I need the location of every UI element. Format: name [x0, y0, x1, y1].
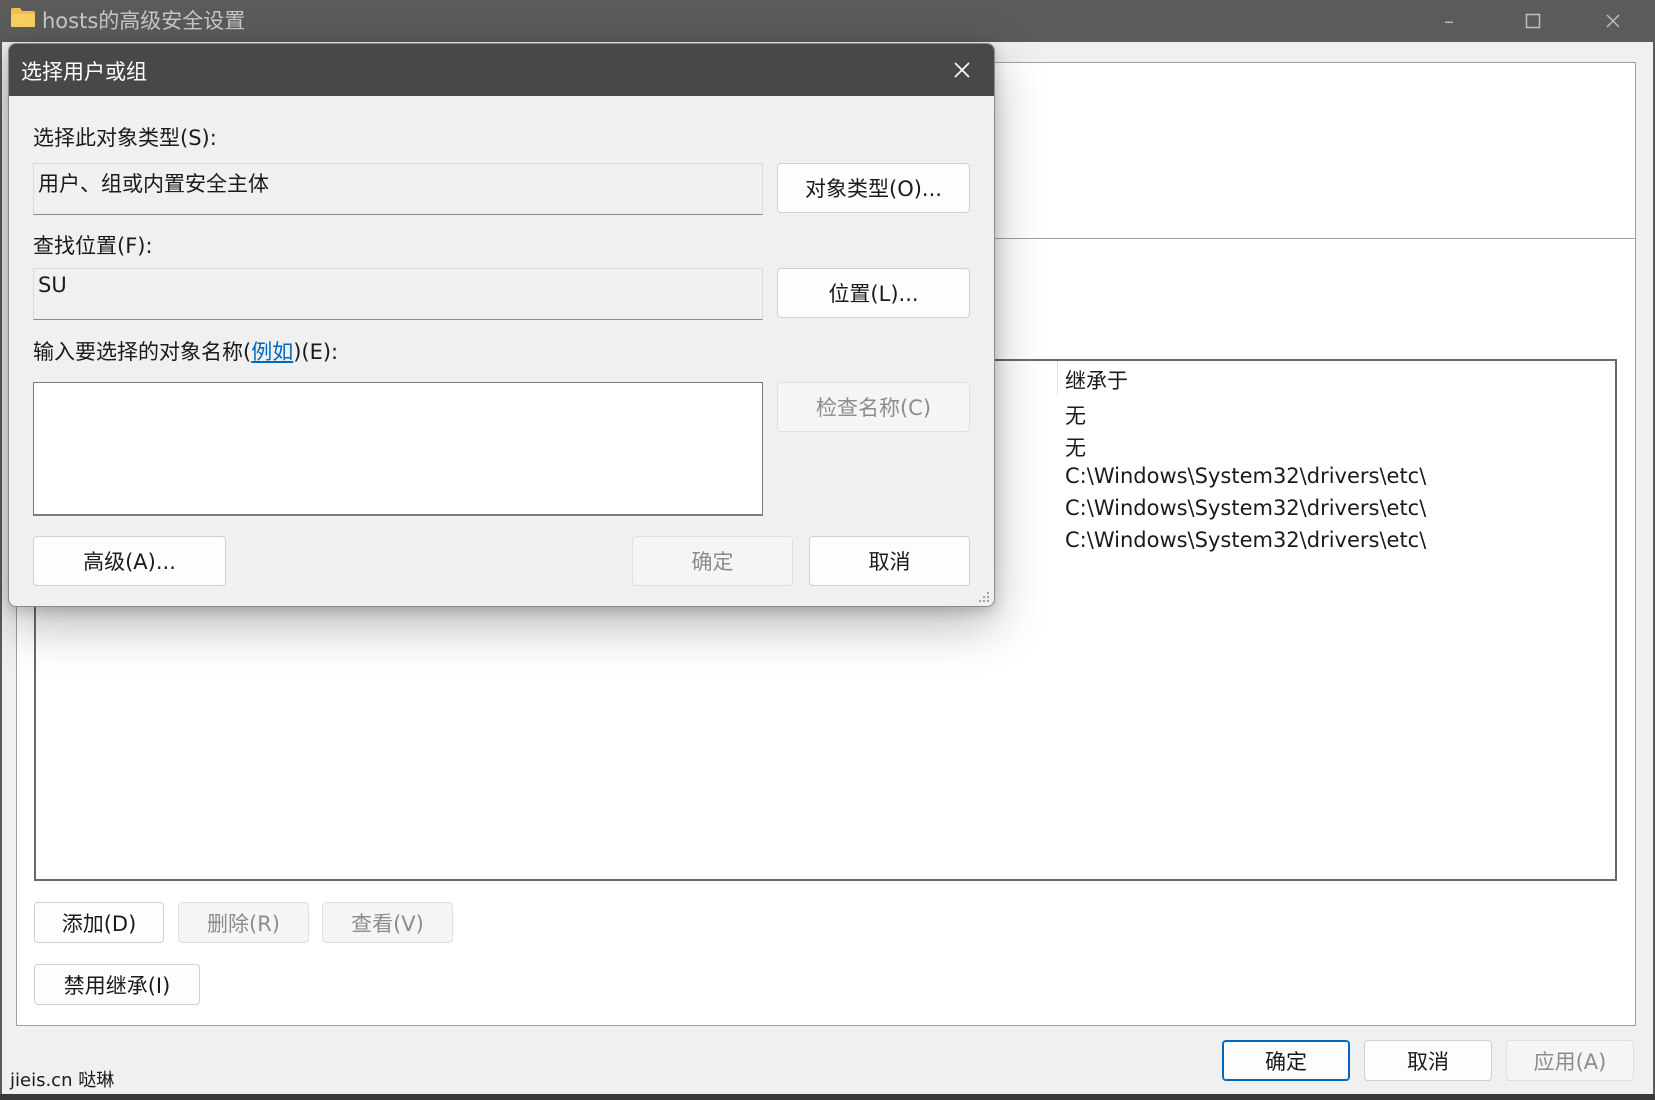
- resize-grip-icon[interactable]: [977, 590, 991, 604]
- taskbar-edge: [0, 1094, 1655, 1100]
- minimize-icon[interactable]: –: [1426, 6, 1472, 36]
- location-label: 查找位置(F):: [33, 234, 153, 258]
- object-names-label-suffix: )(E):: [293, 340, 339, 364]
- ok-button[interactable]: 确定: [1222, 1040, 1350, 1081]
- dialog-ok-button[interactable]: 确定: [632, 536, 793, 586]
- locations-button[interactable]: 位置(L)...: [777, 268, 970, 318]
- view-button[interactable]: 查看(V): [322, 902, 453, 943]
- object-type-label: 选择此对象类型(S):: [33, 126, 217, 150]
- dialog-titlebar: [9, 44, 994, 96]
- inherited-from-cell[interactable]: C:\Windows\System32\drivers\etc\: [1065, 464, 1426, 488]
- maximize-icon[interactable]: [1510, 6, 1556, 36]
- background-window-titlebar: [0, 0, 1655, 42]
- disable-inheritance-button[interactable]: 禁用继承(I): [34, 964, 200, 1005]
- inherited-from-cell[interactable]: 无: [1065, 400, 1086, 430]
- apply-button[interactable]: 应用(A): [1506, 1040, 1634, 1081]
- remove-button[interactable]: 删除(R): [178, 902, 309, 943]
- add-button[interactable]: 添加(D): [34, 902, 164, 943]
- object-names-input[interactable]: [33, 382, 763, 516]
- object-type-field: 用户、组或内置安全主体: [33, 163, 763, 215]
- column-separator: [1057, 361, 1058, 395]
- inherited-from-cell[interactable]: 无: [1065, 432, 1086, 462]
- folder-icon: [11, 8, 35, 27]
- object-types-button[interactable]: 对象类型(O)...: [777, 163, 970, 213]
- examples-link[interactable]: 例如: [251, 340, 293, 364]
- object-names-label-prefix: 输入要选择的对象名称(: [33, 340, 252, 364]
- background-window-title: hosts的高级安全设置: [42, 9, 246, 33]
- watermark-text: jieis.cn 哒琳: [10, 1070, 115, 1091]
- inherited-from-cell[interactable]: C:\Windows\System32\drivers\etc\: [1065, 496, 1426, 520]
- cancel-button[interactable]: 取消: [1364, 1040, 1492, 1081]
- inherited-from-cell[interactable]: C:\Windows\System32\drivers\etc\: [1065, 528, 1426, 552]
- dialog-cancel-button[interactable]: 取消: [809, 536, 970, 586]
- advanced-button[interactable]: 高级(A)...: [33, 536, 226, 586]
- select-users-or-groups-dialog: 选择用户或组 选择此对象类型(S): 用户、组或内置安全主体 对象类型(O)..…: [8, 43, 995, 607]
- dialog-close-icon[interactable]: [944, 54, 980, 86]
- object-names-label: 输入要选择的对象名称(例如)(E):: [33, 336, 338, 366]
- location-field: SU: [33, 268, 763, 320]
- check-names-button[interactable]: 检查名称(C): [777, 382, 970, 432]
- window-close-icon[interactable]: [1590, 6, 1636, 36]
- inherited-from-column-header[interactable]: 继承于: [1065, 365, 1128, 395]
- dialog-title: 选择用户或组: [21, 60, 147, 84]
